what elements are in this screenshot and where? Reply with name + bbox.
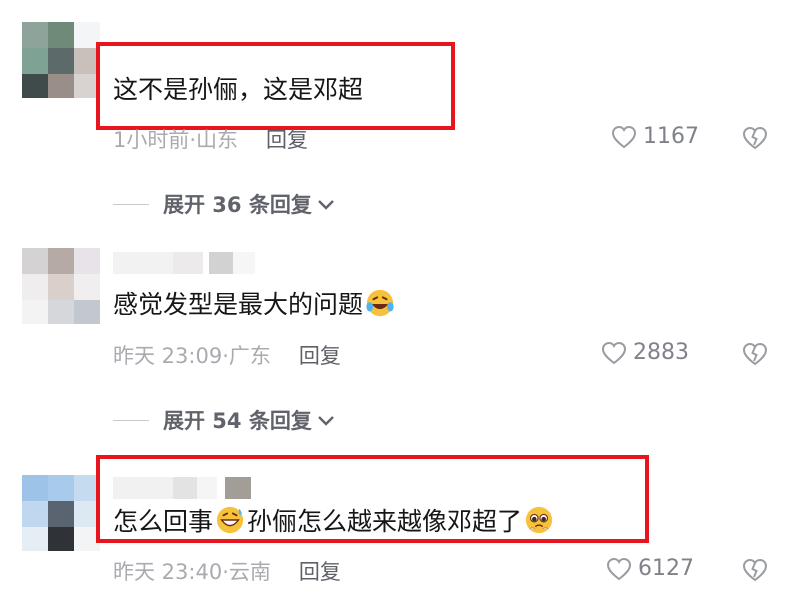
- heart-icon: [601, 341, 627, 364]
- grinning-sweat-emoji-icon: [216, 506, 244, 534]
- comment-meta: 昨天 23:40·云南 回复: [113, 556, 341, 586]
- expand-replies-button[interactable]: 展开 36 条回复: [113, 189, 336, 219]
- comment-meta: 昨天 23:09·广东 回复: [113, 340, 341, 370]
- avatar[interactable]: [22, 248, 100, 324]
- divider: [113, 203, 149, 205]
- avatar[interactable]: [22, 475, 100, 551]
- dislike-button[interactable]: [741, 126, 769, 154]
- like-count: 6127: [638, 556, 694, 581]
- comment-text: 感觉发型是最大的问题: [113, 288, 397, 321]
- broken-heart-icon: [742, 126, 768, 150]
- broken-heart-icon: [742, 558, 768, 582]
- comment-text: 怎么回事 孙俪怎么越来越像邓超了: [113, 505, 556, 538]
- divider: [113, 419, 149, 421]
- reply-button[interactable]: 回复: [299, 344, 341, 368]
- like-count: 1167: [643, 124, 699, 149]
- avatar[interactable]: [22, 22, 100, 98]
- like-button[interactable]: 2883: [601, 340, 689, 365]
- username-blurred[interactable]: [113, 252, 255, 274]
- expand-replies-button[interactable]: 展开 54 条回复: [113, 405, 336, 435]
- comment-time-location: 昨天 23:09·广东: [113, 344, 271, 368]
- chevron-down-icon: [318, 416, 334, 426]
- reply-button[interactable]: 回复: [266, 128, 308, 152]
- heart-icon: [611, 125, 637, 148]
- heart-icon: [606, 557, 632, 580]
- like-count: 2883: [633, 340, 689, 365]
- chevron-down-icon: [318, 200, 334, 210]
- comment-time-location: 1小时前·山东: [113, 128, 239, 152]
- comment-meta: 1小时前·山东 回复: [113, 124, 308, 154]
- comment-text-part: 感觉发型是最大的问题: [113, 290, 364, 319]
- reply-button[interactable]: 回复: [299, 560, 341, 584]
- expand-replies-label: 展开 54 条回复: [163, 409, 312, 433]
- comment-text-part: 孙俪怎么越来越像邓超了: [247, 507, 523, 536]
- pleading-emoji-icon: [525, 506, 553, 534]
- comment-item: 怎么回事 孙俪怎么越来越像邓超了 昨天 23:40·云南 回复 6127: [0, 455, 800, 615]
- dislike-button[interactable]: [741, 342, 769, 370]
- comment-time-location: 昨天 23:40·云南: [113, 560, 271, 584]
- comment-text-part: 怎么回事: [113, 507, 214, 536]
- comment-item: 感觉发型是最大的问题 昨天 23:09·广东 回复 2883: [0, 240, 800, 400]
- expand-replies-label: 展开 36 条回复: [163, 193, 312, 217]
- broken-heart-icon: [742, 342, 768, 366]
- like-button[interactable]: 1167: [611, 124, 699, 149]
- laughing-crying-emoji-icon: [366, 289, 394, 317]
- like-button[interactable]: 6127: [606, 556, 694, 581]
- comment-item: 这不是孙俪，这是邓超 1小时前·山东 回复 1167: [0, 0, 800, 180]
- comment-text: 这不是孙俪，这是邓超: [113, 75, 364, 104]
- dislike-button[interactable]: [741, 558, 769, 586]
